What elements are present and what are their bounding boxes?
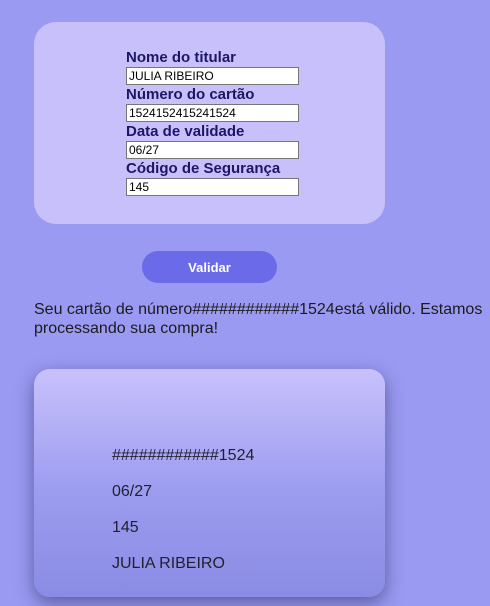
card-number-label: Número do cartão [126, 86, 255, 103]
holder-input[interactable] [126, 67, 299, 85]
preview-cvv: 145 [112, 519, 139, 536]
validate-button[interactable]: Validar [142, 251, 277, 283]
expiry-input[interactable] [126, 141, 299, 159]
cvv-input[interactable] [126, 178, 299, 196]
preview-card-number: ############1524 [112, 447, 255, 464]
expiry-field-group: Data de validade [126, 123, 326, 159]
holder-label: Nome do titular [126, 49, 237, 66]
preview-holder: JULIA RIBEIRO [112, 555, 225, 572]
number-field-group: Número do cartão [126, 86, 326, 122]
card-form: Nome do titular Número do cartão Data de… [34, 22, 385, 224]
preview-expiry: 06/27 [112, 483, 153, 500]
cvv-field-group: Código de Segurança [126, 160, 326, 196]
holder-field-group: Nome do titular [126, 49, 326, 85]
cvv-label: Código de Segurança [126, 160, 281, 177]
card-preview: ############1524 06/27 145 JULIA RIBEIRO [34, 369, 385, 597]
expiry-label: Data de validade [126, 123, 245, 140]
card-number-input[interactable] [126, 104, 299, 122]
status-message: Seu cartão de número############1524está… [34, 301, 483, 337]
